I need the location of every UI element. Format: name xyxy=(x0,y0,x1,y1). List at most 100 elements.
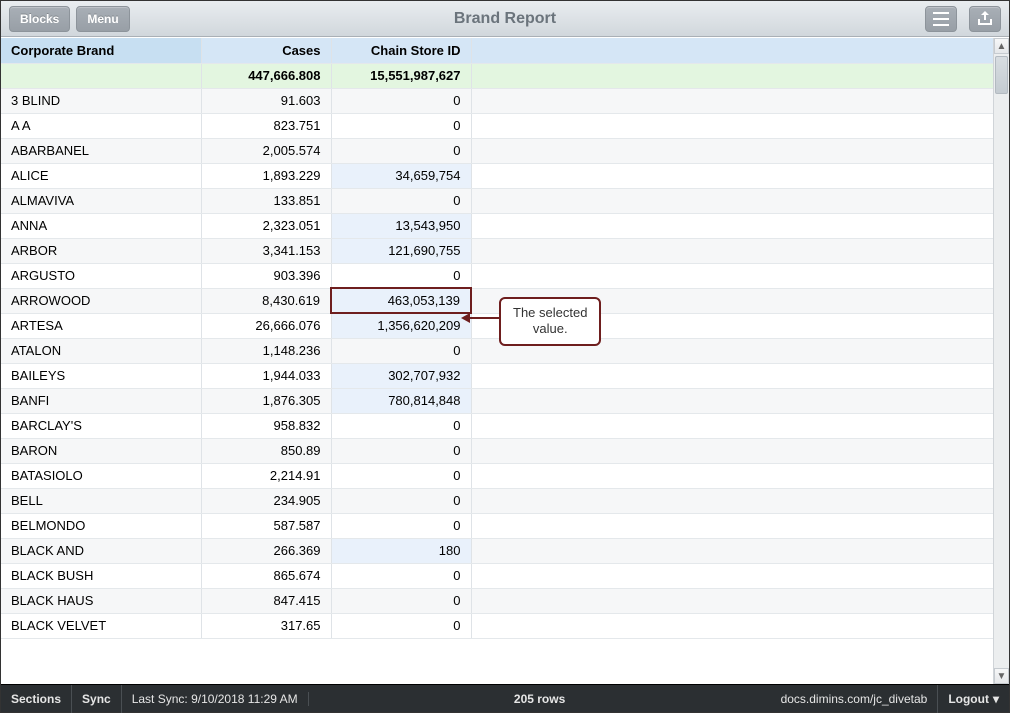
table-row[interactable]: BANFI1,876.305780,814,848 xyxy=(1,388,993,413)
table-row[interactable]: BLACK BUSH865.6740 xyxy=(1,563,993,588)
table-row[interactable]: BELMONDO587.5870 xyxy=(1,513,993,538)
cell-brand[interactable]: BLACK VELVET xyxy=(1,613,201,638)
cell-chain[interactable]: 0 xyxy=(331,263,471,288)
table-row[interactable]: BAILEYS1,944.033302,707,932 xyxy=(1,363,993,388)
cell-brand[interactable]: BARCLAY'S xyxy=(1,413,201,438)
cell-chain[interactable]: 0 xyxy=(331,338,471,363)
table-row[interactable]: BARON850.890 xyxy=(1,438,993,463)
cell-chain[interactable]: 0 xyxy=(331,513,471,538)
cell-chain[interactable]: 302,707,932 xyxy=(331,363,471,388)
cell-cases[interactable]: 26,666.076 xyxy=(201,313,331,338)
cell-brand[interactable]: BLACK HAUS xyxy=(1,588,201,613)
cell-chain[interactable]: 121,690,755 xyxy=(331,238,471,263)
cell-cases[interactable]: 865.674 xyxy=(201,563,331,588)
table-row[interactable]: ALICE1,893.22934,659,754 xyxy=(1,163,993,188)
cell-brand[interactable]: BATASIOLO xyxy=(1,463,201,488)
table-row[interactable]: BARCLAY'S958.8320 xyxy=(1,413,993,438)
cell-brand[interactable]: ARBOR xyxy=(1,238,201,263)
cell-chain[interactable]: 180 xyxy=(331,538,471,563)
sections-button[interactable]: Sections xyxy=(1,685,72,713)
cell-brand[interactable]: BANFI xyxy=(1,388,201,413)
cell-brand[interactable]: ALMAVIVA xyxy=(1,188,201,213)
cell-cases[interactable]: 1,148.236 xyxy=(201,338,331,363)
scroll-thumb[interactable] xyxy=(995,56,1008,94)
table-row[interactable]: ARROWOOD8,430.619463,053,139 xyxy=(1,288,993,313)
cell-chain[interactable]: 0 xyxy=(331,463,471,488)
cell-cases[interactable]: 8,430.619 xyxy=(201,288,331,313)
table-row[interactable]: 3 BLIND91.6030 xyxy=(1,88,993,113)
cell-chain[interactable]: 0 xyxy=(331,488,471,513)
table-row[interactable]: BLACK VELVET317.650 xyxy=(1,613,993,638)
cell-chain[interactable]: 780,814,848 xyxy=(331,388,471,413)
cell-cases[interactable]: 91.603 xyxy=(201,88,331,113)
cell-chain[interactable]: 463,053,139 xyxy=(331,288,471,313)
table-row[interactable]: ANNA2,323.05113,543,950 xyxy=(1,213,993,238)
cell-brand[interactable]: 3 BLIND xyxy=(1,88,201,113)
table-row[interactable]: ARBOR3,341.153121,690,755 xyxy=(1,238,993,263)
cell-cases[interactable]: 1,944.033 xyxy=(201,363,331,388)
logout-button[interactable]: Logout ▾ xyxy=(937,685,1009,713)
table-row[interactable]: BATASIOLO2,214.910 xyxy=(1,463,993,488)
cell-cases[interactable]: 2,323.051 xyxy=(201,213,331,238)
cell-chain[interactable]: 0 xyxy=(331,613,471,638)
cell-chain[interactable]: 0 xyxy=(331,588,471,613)
cell-cases[interactable]: 266.369 xyxy=(201,538,331,563)
table-row[interactable]: ATALON1,148.2360 xyxy=(1,338,993,363)
cell-chain[interactable]: 0 xyxy=(331,138,471,163)
cell-brand[interactable]: ARTESA xyxy=(1,313,201,338)
cell-cases[interactable]: 903.396 xyxy=(201,263,331,288)
blocks-button[interactable]: Blocks xyxy=(9,6,70,32)
col-header-brand[interactable]: Corporate Brand xyxy=(1,38,201,63)
col-header-chain[interactable]: Chain Store ID xyxy=(331,38,471,63)
cell-cases[interactable]: 958.832 xyxy=(201,413,331,438)
cell-chain[interactable]: 0 xyxy=(331,563,471,588)
cell-chain[interactable]: 0 xyxy=(331,88,471,113)
cell-chain[interactable]: 0 xyxy=(331,413,471,438)
scroll-up-button[interactable]: ▲ xyxy=(994,38,1009,54)
cell-brand[interactable]: BLACK AND xyxy=(1,538,201,563)
cell-cases[interactable]: 587.587 xyxy=(201,513,331,538)
cell-chain[interactable]: 0 xyxy=(331,438,471,463)
col-header-cases[interactable]: Cases xyxy=(201,38,331,63)
cell-chain[interactable]: 0 xyxy=(331,113,471,138)
cell-chain[interactable]: 13,543,950 xyxy=(331,213,471,238)
cell-cases[interactable]: 823.751 xyxy=(201,113,331,138)
cell-brand[interactable]: BELMONDO xyxy=(1,513,201,538)
cell-cases[interactable]: 234.905 xyxy=(201,488,331,513)
cell-cases[interactable]: 847.415 xyxy=(201,588,331,613)
cell-cases[interactable]: 2,005.574 xyxy=(201,138,331,163)
cell-brand[interactable]: ATALON xyxy=(1,338,201,363)
cell-brand[interactable]: ANNA xyxy=(1,213,201,238)
cell-brand[interactable]: ALICE xyxy=(1,163,201,188)
cell-cases[interactable]: 133.851 xyxy=(201,188,331,213)
cell-cases[interactable]: 1,876.305 xyxy=(201,388,331,413)
table-row[interactable]: ALMAVIVA133.8510 xyxy=(1,188,993,213)
share-button[interactable] xyxy=(969,6,1001,32)
cell-chain[interactable]: 34,659,754 xyxy=(331,163,471,188)
cell-chain[interactable]: 0 xyxy=(331,188,471,213)
sync-button[interactable]: Sync xyxy=(72,685,122,713)
cell-brand[interactable]: BAILEYS xyxy=(1,363,201,388)
cell-brand[interactable]: A A xyxy=(1,113,201,138)
table-row[interactable]: ARGUSTO903.3960 xyxy=(1,263,993,288)
vertical-scrollbar[interactable]: ▲ ▼ xyxy=(993,38,1009,684)
cell-brand[interactable]: BARON xyxy=(1,438,201,463)
menu-button[interactable]: Menu xyxy=(76,6,129,32)
cell-brand[interactable]: ABARBANEL xyxy=(1,138,201,163)
cell-cases[interactable]: 3,341.153 xyxy=(201,238,331,263)
cell-cases[interactable]: 317.65 xyxy=(201,613,331,638)
table-row[interactable]: BLACK HAUS847.4150 xyxy=(1,588,993,613)
cell-brand[interactable]: BELL xyxy=(1,488,201,513)
cell-brand[interactable]: BLACK BUSH xyxy=(1,563,201,588)
cell-cases[interactable]: 2,214.91 xyxy=(201,463,331,488)
cell-brand[interactable]: ARGUSTO xyxy=(1,263,201,288)
table-row[interactable]: ABARBANEL2,005.5740 xyxy=(1,138,993,163)
table-row[interactable]: BELL234.9050 xyxy=(1,488,993,513)
cell-cases[interactable]: 850.89 xyxy=(201,438,331,463)
table-row[interactable]: BLACK AND266.369180 xyxy=(1,538,993,563)
hamburger-button[interactable] xyxy=(925,6,957,32)
cell-cases[interactable]: 1,893.229 xyxy=(201,163,331,188)
cell-brand[interactable]: ARROWOOD xyxy=(1,288,201,313)
cell-chain[interactable]: 1,356,620,209 xyxy=(331,313,471,338)
table-row[interactable]: A A823.7510 xyxy=(1,113,993,138)
